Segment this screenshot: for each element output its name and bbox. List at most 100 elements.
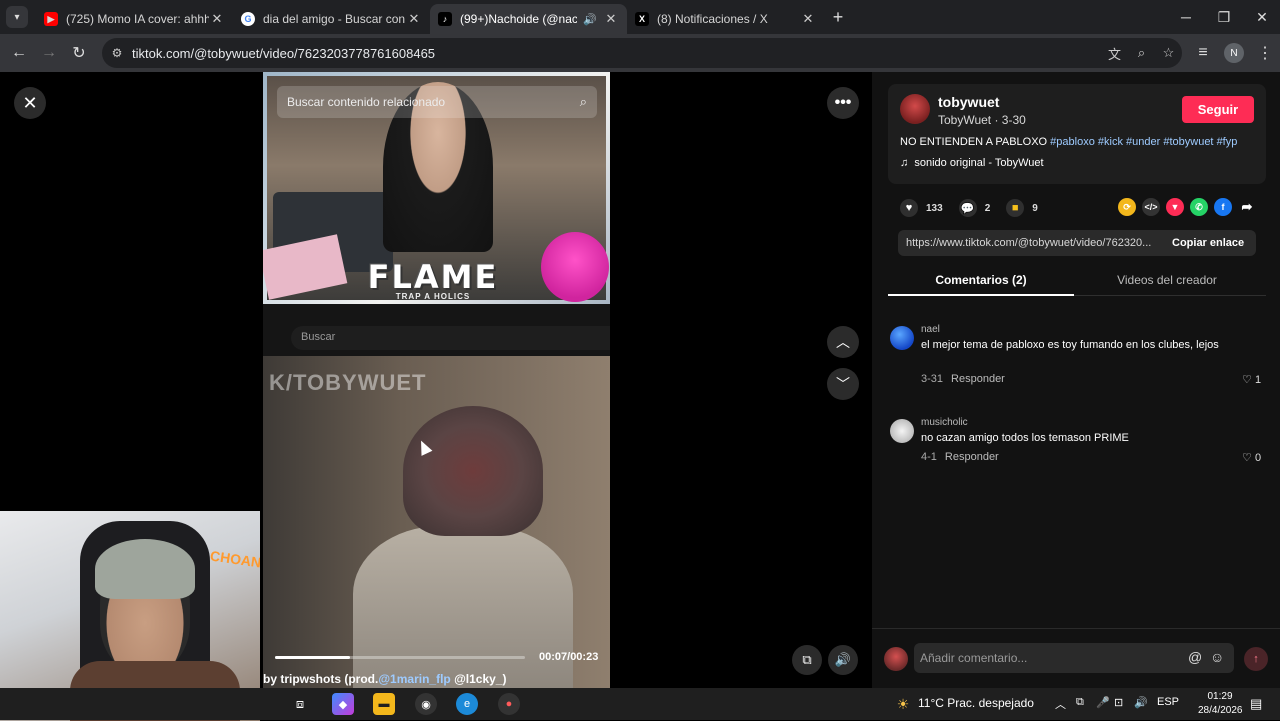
close-tab-icon[interactable]: ✕ bbox=[800, 11, 816, 27]
facebook-icon[interactable]: f bbox=[1214, 198, 1232, 216]
url-text[interactable]: tiktok.com/@tobywuet/video/7623203778761… bbox=[132, 46, 1101, 61]
tray-app-icon[interactable]: ⧉ bbox=[1076, 696, 1084, 709]
hashtag-link[interactable]: #pabloxo bbox=[1050, 136, 1095, 148]
reply-button[interactable]: Responder bbox=[951, 373, 1005, 385]
video-link-text[interactable]: https://www.tiktok.com/@tobywuet/video/7… bbox=[898, 237, 1158, 249]
volume-icon[interactable]: 🔊 bbox=[828, 645, 858, 675]
close-tab-icon[interactable]: ✕ bbox=[406, 11, 422, 27]
commenter-username[interactable]: musicholic bbox=[921, 417, 968, 428]
like-stat[interactable]: ♥ 133 bbox=[900, 199, 943, 217]
edge-icon[interactable]: e bbox=[456, 693, 478, 715]
commenter-avatar[interactable] bbox=[890, 326, 914, 350]
site-info-icon[interactable]: ⚙ bbox=[102, 46, 132, 60]
browser-tab-tiktok[interactable]: ♪ (99+)Nachoide (@nachoide 🔊 ✕ bbox=[430, 4, 627, 34]
tray-chevron-icon[interactable]: ︿ bbox=[1055, 696, 1066, 712]
follow-button[interactable]: Seguir bbox=[1182, 96, 1254, 123]
copy-link-button[interactable]: Copiar enlace bbox=[1158, 237, 1244, 249]
close-video-button[interactable]: ✕ bbox=[14, 87, 46, 119]
search-placeholder: Buscar bbox=[301, 331, 336, 343]
next-video-button[interactable]: ﹀ bbox=[827, 368, 859, 400]
heart-outline-icon[interactable]: ♡ bbox=[1242, 452, 1252, 464]
speaker-icon[interactable]: 🔊 bbox=[583, 13, 597, 26]
commenter-username[interactable]: nael bbox=[921, 324, 940, 335]
address-bar[interactable]: ⚙ tiktok.com/@tobywuet/video/76232037787… bbox=[102, 38, 1182, 68]
author-avatar[interactable] bbox=[900, 94, 930, 124]
previous-video-button[interactable]: ︿ bbox=[827, 326, 859, 358]
comment-icon[interactable]: 💬 bbox=[958, 199, 977, 217]
comment-stat[interactable]: 💬 2 bbox=[958, 199, 990, 217]
miniplayer-icon[interactable]: ⧉ bbox=[792, 645, 822, 675]
minimize-button[interactable]: ─ bbox=[1166, 0, 1206, 34]
video-player[interactable]: FLAME TRAP A HOLICS Buscar contenido rel… bbox=[263, 72, 610, 688]
reload-button[interactable]: ↻ bbox=[64, 38, 94, 68]
share-arrow-icon[interactable]: ➦ bbox=[1238, 198, 1256, 216]
zoom-icon[interactable]: ⌕ bbox=[1128, 45, 1155, 61]
copilot-icon[interactable]: ◆ bbox=[332, 693, 354, 715]
tiktok-icon: ♪ bbox=[438, 12, 452, 26]
search-related-input[interactable]: Buscar contenido relacionado ⌕ bbox=[277, 86, 597, 118]
menu-dots-icon[interactable]: ⋮ bbox=[1250, 38, 1280, 68]
new-tab-button[interactable]: + bbox=[824, 7, 852, 28]
embed-icon[interactable]: </> bbox=[1142, 198, 1160, 216]
tab-comments[interactable]: Comentarios (2) bbox=[888, 268, 1074, 296]
heart-outline-icon[interactable]: ♡ bbox=[1242, 374, 1252, 386]
notification-icon[interactable]: ▤ bbox=[1250, 696, 1262, 712]
reply-button[interactable]: Responder bbox=[945, 451, 999, 463]
forward-button[interactable]: → bbox=[34, 38, 64, 68]
save-stat[interactable]: ■ 9 bbox=[1006, 199, 1038, 217]
maximize-button[interactable]: ❐ bbox=[1204, 0, 1244, 34]
post-comment-button[interactable]: ↑ bbox=[1244, 647, 1268, 671]
google-icon: G bbox=[241, 12, 255, 26]
volume-tray-icon[interactable]: 🔊 bbox=[1134, 696, 1148, 709]
comment-placeholder: Añadir comentario... bbox=[920, 651, 1028, 665]
tab-search-button[interactable]: ▾ bbox=[6, 6, 28, 28]
network-icon[interactable]: ⊡ bbox=[1114, 696, 1123, 709]
send-icon[interactable]: ▼ bbox=[1166, 198, 1184, 216]
close-tab-icon[interactable]: ✕ bbox=[603, 11, 619, 27]
hashtag-link[interactable]: #tobywuet bbox=[1163, 136, 1213, 148]
comment-like[interactable]: ♡ 1 bbox=[1242, 373, 1261, 386]
close-window-button[interactable]: ✕ bbox=[1242, 0, 1280, 34]
music-title[interactable]: sonido original - TobyWuet bbox=[914, 157, 1043, 169]
mention-icon[interactable]: @ bbox=[1188, 649, 1202, 665]
obs-icon[interactable]: ● bbox=[498, 693, 520, 715]
bookmark-star-icon[interactable]: ☆ bbox=[1155, 45, 1182, 61]
browser-tab-google[interactable]: G dia del amigo - Buscar con Goo ✕ bbox=[233, 4, 430, 34]
share-buttons: ⟳ </> ▼ ✆ f ➦ bbox=[1118, 198, 1262, 216]
caption-link[interactable]: @1marin_flp bbox=[378, 672, 450, 686]
task-view-icon[interactable]: ⧈ bbox=[289, 693, 311, 715]
search-icon[interactable]: ⌕ bbox=[580, 94, 587, 110]
comment-input[interactable]: Añadir comentario... bbox=[914, 643, 1234, 673]
hashtag-link[interactable]: #fyp bbox=[1217, 136, 1238, 148]
commenter-avatar[interactable] bbox=[890, 419, 914, 443]
x-icon: X bbox=[635, 12, 649, 26]
emoji-icon[interactable]: ☺ bbox=[1210, 649, 1224, 665]
heart-icon[interactable]: ♥ bbox=[900, 199, 918, 217]
comment-like[interactable]: ♡ 0 bbox=[1242, 451, 1261, 464]
taskbar-clock[interactable]: 01:29 28/4/2026 bbox=[1198, 690, 1243, 718]
microphone-icon[interactable]: 🎤 bbox=[1096, 696, 1110, 709]
author-username[interactable]: tobywuet bbox=[938, 94, 999, 110]
file-explorer-icon[interactable]: ▬ bbox=[373, 693, 395, 715]
weather-text[interactable]: 11°C Prac. despejado bbox=[918, 696, 1034, 710]
tab-creator-videos[interactable]: Videos del creador bbox=[1074, 268, 1260, 296]
close-tab-icon[interactable]: ✕ bbox=[209, 11, 225, 27]
chrome-icon[interactable]: ◉ bbox=[415, 693, 437, 715]
translate-icon[interactable]: 文 bbox=[1101, 44, 1128, 63]
bookmark-icon[interactable]: ■ bbox=[1006, 199, 1025, 217]
profile-initial: N bbox=[1230, 47, 1238, 59]
back-button[interactable]: ← bbox=[4, 38, 34, 68]
video-progress-bar[interactable] bbox=[275, 656, 525, 659]
language-indicator[interactable]: ESP bbox=[1157, 696, 1179, 708]
search-input[interactable]: Buscar bbox=[291, 326, 610, 350]
browser-tab-x[interactable]: X (8) Notificaciones / X ✕ bbox=[627, 4, 824, 34]
hashtag-link[interactable]: #kick bbox=[1098, 136, 1123, 148]
media-control-icon[interactable]: ≡ bbox=[1188, 38, 1218, 68]
repost-icon[interactable]: ⟳ bbox=[1118, 198, 1136, 216]
music-line[interactable]: ♫ sonido original - TobyWuet bbox=[900, 157, 1044, 169]
hashtag-link[interactable]: #under bbox=[1126, 136, 1160, 148]
profile-avatar[interactable]: N bbox=[1224, 43, 1244, 63]
more-options-button[interactable]: ••• bbox=[827, 87, 859, 119]
whatsapp-icon[interactable]: ✆ bbox=[1190, 198, 1208, 216]
browser-tab-youtube[interactable]: ▶ (725) Momo IA cover: ahhh de ✕ bbox=[36, 4, 233, 34]
